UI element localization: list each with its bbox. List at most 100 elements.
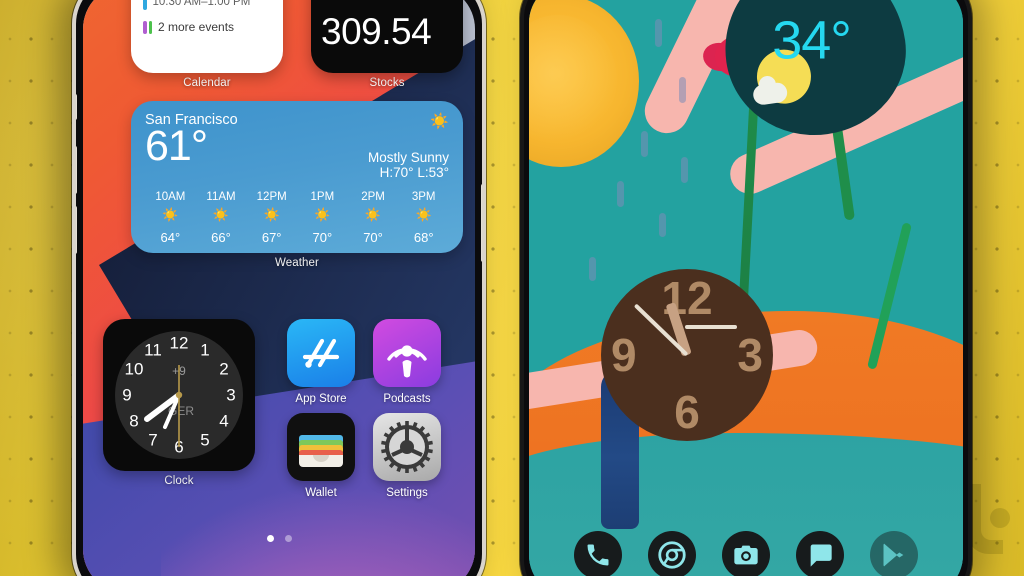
chrome-icon <box>658 541 686 569</box>
weather-temperature: 61° <box>145 122 208 170</box>
calendar-event-row[interactable]: Kickoff meeting... 10:30 AM–1:00 PM <box>143 0 271 10</box>
weather-hour-column: 11AM ☀️ 66° <box>196 191 247 245</box>
android-screen: 34° 12 3 6 9 <box>529 0 963 576</box>
app-label: App Store <box>295 393 347 405</box>
clock-widget-container[interactable]: 121234567891011 +9 GER Clock <box>103 319 255 487</box>
app-label: Podcasts <box>383 393 431 405</box>
stocks-widget[interactable]: Apple Inc. 309.54 <box>311 0 463 73</box>
stocks-widget-label: Stocks <box>369 77 405 89</box>
weather-hour-sun-icon: ☀️ <box>212 207 230 222</box>
phone-icon <box>587 544 609 566</box>
weather-hour-temp: 70° <box>363 230 383 245</box>
wallet-icon <box>287 413 355 481</box>
dock-icon-play-store[interactable] <box>870 531 918 576</box>
weather-hour-time: 12PM <box>256 191 287 203</box>
app-label: Wallet <box>305 487 337 499</box>
weather-hour-column: 3PM ☀️ 68° <box>398 191 449 245</box>
weather-hour-column: 1PM ☀️ 70° <box>297 191 348 245</box>
clock-numeral-9: 9 <box>611 329 637 381</box>
app-store-icon <box>287 319 355 387</box>
app-icon-settings[interactable]: Settings <box>373 413 441 499</box>
clock-numeral: 1 <box>200 341 209 360</box>
weather-hour-sun-icon: ☀️ <box>314 207 331 222</box>
clock-widget[interactable]: 121234567891011 +9 GER <box>103 319 255 471</box>
page-dot[interactable] <box>284 535 292 542</box>
calendar-more-events-row[interactable]: 2 more events <box>143 19 271 34</box>
weather-hour-time: 10AM <box>155 191 186 203</box>
more-events-color-bars <box>143 19 152 34</box>
stocks-widget-container[interactable]: Apple Inc. 309.54 Stoc <box>311 0 463 89</box>
clock-numeral: 5 <box>200 431 209 450</box>
weather-condition: Mostly Sunny <box>367 150 449 165</box>
stocks-price: 309.54 <box>321 11 432 52</box>
more-events-label: 2 more events <box>158 20 235 34</box>
page-dot-active[interactable] <box>266 535 274 542</box>
weather-widget[interactable]: San Francisco 61° ☀️ Mostly Sunny H:70° … <box>131 101 463 253</box>
android-weather-temperature: 34° <box>772 10 851 71</box>
android-clock-widget[interactable]: 12 3 6 9 <box>601 269 773 441</box>
weather-hour-temp: 68° <box>413 230 434 245</box>
weather-hour-time: 2PM <box>361 191 385 203</box>
app-icon-podcasts[interactable]: Podcasts <box>373 319 441 405</box>
weather-high-low: H:70° L:53° <box>379 165 449 180</box>
dock-icon-chrome[interactable] <box>648 531 696 576</box>
weather-widget-label: Weather <box>275 257 319 269</box>
dock-icon-messages[interactable] <box>796 531 844 576</box>
weather-hour-temp: 64° <box>160 230 181 245</box>
silent-switch-button[interactable] <box>76 94 77 120</box>
clock-numeral: 2 <box>219 360 228 379</box>
calendar-widget-container[interactable]: 22 Kickoff meeting... 10:30 AM–1:00 PM <box>131 0 283 89</box>
weather-hour-sun-icon: ☀️ <box>415 207 432 222</box>
clock-numeral: 9 <box>122 386 131 405</box>
clock-numeral-3: 3 <box>737 329 763 381</box>
clock-numeral: 11 <box>144 341 162 360</box>
weather-hour-temp: 66° <box>211 230 231 245</box>
event-color-bar <box>143 0 147 10</box>
page-indicator-dots[interactable] <box>83 535 475 542</box>
weather-hour-sun-icon: ☀️ <box>364 207 382 222</box>
app-icon-wallet[interactable]: Wallet <box>287 413 355 499</box>
ios-home-screen: 22 Kickoff meeting... 10:30 AM–1:00 PM <box>83 0 475 576</box>
weather-hour-time: 11AM <box>206 191 236 203</box>
android-device: 34° 12 3 6 9 <box>520 0 972 576</box>
weather-hour-temp: 70° <box>312 230 333 245</box>
clock-widget-label: Clock <box>164 475 194 487</box>
weather-hour-temp: 67° <box>261 230 282 245</box>
weather-hourly-forecast: 10AM ☀️ 64° 11AM ☀️ 66° 12PM ☀️ 67° 1PM ☀️ 70° 2PM ☀️… <box>145 191 449 245</box>
play-store-icon <box>883 543 904 567</box>
weather-sun-icon: ☀️ <box>430 113 449 130</box>
dock-icon-camera[interactable] <box>722 531 770 576</box>
clock-numeral-6: 6 <box>674 386 700 438</box>
settings-gear-icon <box>373 413 441 481</box>
messages-icon <box>810 544 832 567</box>
clock-numeral: 10 <box>125 360 144 379</box>
app-label: Settings <box>386 487 428 499</box>
weather-hour-column: 10AM ☀️ 64° <box>145 191 196 245</box>
dock-icon-phone[interactable] <box>574 531 622 576</box>
podcasts-icon <box>373 319 441 387</box>
clock-numeral: 4 <box>219 412 228 431</box>
android-dock <box>529 531 963 576</box>
power-button[interactable] <box>481 184 482 262</box>
weather-hour-time: 3PM <box>411 191 436 203</box>
iphone-screen: 22 Kickoff meeting... 10:30 AM–1:00 PM <box>83 0 475 576</box>
iphone-device: 22 Kickoff meeting... 10:30 AM–1:00 PM <box>72 0 486 576</box>
calendar-widget-label: Calendar <box>183 77 231 89</box>
weather-hour-column: 2PM ☀️ 70° <box>348 191 399 245</box>
weather-hour-sun-icon: ☀️ <box>162 207 179 222</box>
app-icon-app-store[interactable]: App Store <box>287 319 355 405</box>
android-clock-second-hand <box>685 325 737 329</box>
clock-numeral: 7 <box>148 431 157 450</box>
camera-icon <box>734 545 758 565</box>
weather-widget-container[interactable]: San Francisco 61° ☀️ Mostly Sunny H:70° … <box>131 101 463 269</box>
clock-numeral: 8 <box>129 412 138 431</box>
clock-numeral: 12 <box>170 334 189 353</box>
weather-hour-sun-icon: ☀️ <box>263 207 280 222</box>
weather-hour-column: 12PM ☀️ 67° <box>246 191 297 245</box>
clock-numeral: 3 <box>226 386 235 405</box>
calendar-widget[interactable]: 22 Kickoff meeting... 10:30 AM–1:00 PM <box>131 0 283 73</box>
volume-up-button[interactable] <box>76 146 77 194</box>
volume-down-button[interactable] <box>76 206 77 254</box>
event-time: 10:30 AM–1:00 PM <box>152 0 251 8</box>
weather-hour-time: 1PM <box>310 191 335 203</box>
